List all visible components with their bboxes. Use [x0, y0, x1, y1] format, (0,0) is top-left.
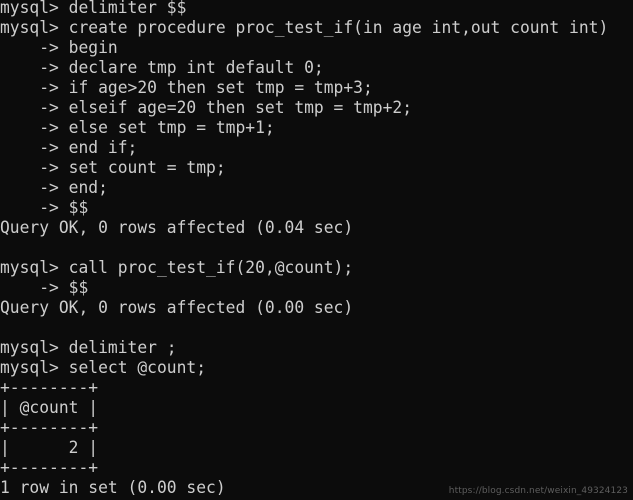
terminal-line: mysql> delimiter $$ [0, 0, 187, 17]
result-table-border-middle: +--------+ [0, 418, 99, 437]
terminal-screen[interactable]: mysql> delimiter $$ mysql> create proced… [0, 0, 633, 498]
result-table-header-row: | @count | [0, 398, 99, 417]
terminal-line: -> end; [0, 178, 108, 197]
terminal-line: -> set count = tmp; [0, 158, 226, 177]
terminal-line: -> if age>20 then set tmp = tmp+3; [0, 78, 373, 97]
terminal-line: mysql> create procedure proc_test_if(in … [0, 18, 609, 37]
result-table-data-row: | 2 | [0, 438, 99, 457]
terminal-line: mysql> select @count; [0, 358, 207, 377]
result-table-border-bottom: +--------+ [0, 458, 99, 477]
terminal-line: -> declare tmp int default 0; [0, 58, 324, 77]
watermark-url: https://blog.csdn.net/weixin_49324123 [448, 486, 628, 496]
terminal-line: -> elseif age=20 then set tmp = tmp+2; [0, 98, 413, 117]
terminal-status-line: Query OK, 0 rows affected (0.00 sec) [0, 298, 354, 317]
terminal-line: -> $$ [0, 278, 89, 297]
result-table-border-top: +--------+ [0, 378, 99, 397]
terminal-line: -> begin [0, 38, 118, 57]
terminal-line: mysql> call proc_test_if(20,@count); [0, 258, 354, 277]
terminal-window[interactable]: mysql> delimiter $$ mysql> create proced… [0, 0, 633, 500]
terminal-line: mysql> delimiter ; [0, 338, 177, 357]
terminal-status-line: Query OK, 0 rows affected (0.04 sec) [0, 218, 354, 237]
terminal-line: -> end if; [0, 138, 138, 157]
terminal-line: -> else set tmp = tmp+1; [0, 118, 275, 137]
terminal-line: -> $$ [0, 198, 89, 217]
